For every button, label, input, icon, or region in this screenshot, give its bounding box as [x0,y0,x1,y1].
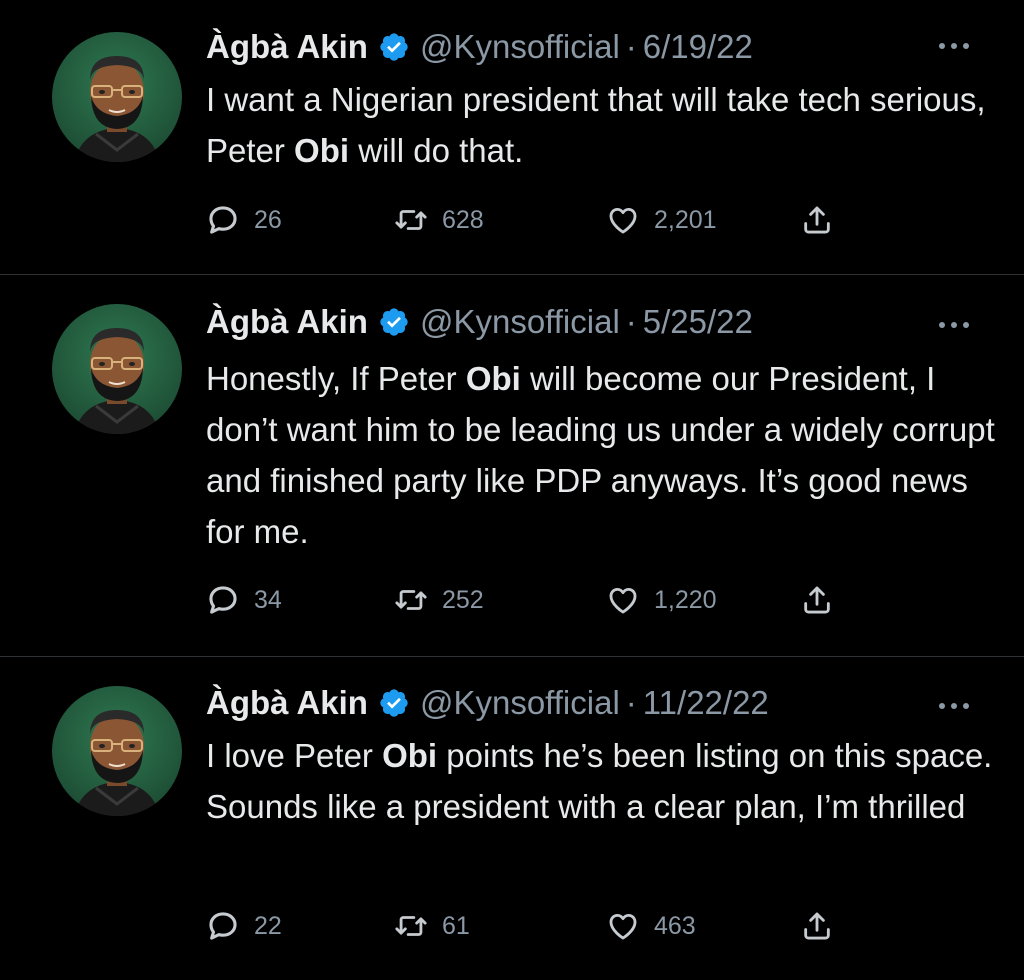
avatar[interactable] [52,686,182,816]
tweet-date[interactable]: 6/19/22 [643,28,753,66]
verified-badge-icon [380,689,408,717]
tweet-text-highlight: Obi [294,132,350,169]
tweet-text-part: will do that. [349,132,524,169]
share-button[interactable] [800,200,834,240]
author-name[interactable]: Àgbà Akin [206,684,368,722]
reply-count: 22 [254,911,282,940]
tweet-text-part: I love Peter [206,737,383,774]
retweet-button[interactable]: 61 [394,906,470,946]
like-count: 1,220 [654,585,717,614]
tweet-text: I love Peter Obi points he’s been listin… [206,730,996,832]
separator-dot: · [625,28,637,65]
share-button[interactable] [800,580,834,620]
tweet-divider [0,274,1024,275]
retweet-icon [395,210,427,230]
author-handle[interactable]: @Kynsofficial [420,684,620,722]
like-button[interactable]: 2,201 [606,200,717,240]
author-name[interactable]: Àgbà Akin [206,303,368,341]
reply-count: 34 [254,585,282,614]
reply-count: 26 [254,205,282,234]
author-handle[interactable]: @Kynsofficial [420,303,620,341]
retweet-button[interactable]: 628 [394,200,484,240]
verified-badge-icon [380,33,408,61]
avatar-illustration [74,328,160,434]
tweet-header: Àgbà Akin @Kynsofficial · 6/19/22 [206,22,753,72]
separator-dot: · [625,684,637,721]
author-name[interactable]: Àgbà Akin [206,28,368,66]
retweet-icon [395,916,427,936]
like-count: 463 [654,911,696,940]
like-button[interactable]: 463 [606,906,696,946]
share-icon [804,206,830,234]
avatar[interactable] [52,32,182,162]
tweet-header: Àgbà Akin @Kynsofficial · 5/25/22 [206,297,753,347]
tweet-text-part: Honestly, If Peter [206,360,466,397]
more-options-icon[interactable] [936,38,972,54]
tweet-text-highlight: Obi [465,360,521,397]
retweet-button[interactable]: 252 [394,580,484,620]
reply-icon [209,586,237,614]
share-icon [804,912,830,940]
more-options-icon[interactable] [936,317,972,333]
tweet-date[interactable]: 5/25/22 [643,303,753,341]
reply-icon [209,206,237,234]
like-icon [609,913,637,940]
share-icon [804,586,830,614]
tweet-text: Honestly, If Peter Obi will become our P… [206,353,996,557]
tweet-date[interactable]: 11/22/22 [643,684,769,722]
retweet-count: 252 [442,585,484,614]
reply-button[interactable]: 22 [206,906,282,946]
tweet-text: I want a Nigerian president that will ta… [206,74,996,176]
like-count: 2,201 [654,205,717,234]
verified-badge-icon [380,308,408,336]
like-icon [609,207,637,234]
reply-icon [209,912,237,940]
author-handle[interactable]: @Kynsofficial [420,28,620,66]
avatar[interactable] [52,304,182,434]
avatar-illustration [74,56,160,162]
retweet-icon [395,590,427,610]
like-button[interactable]: 1,220 [606,580,717,620]
separator-dot: · [625,303,637,340]
avatar-illustration [74,710,160,816]
retweet-count: 61 [442,911,470,940]
more-options-icon[interactable] [936,698,972,714]
tweet-divider [0,656,1024,657]
share-button[interactable] [800,906,834,946]
retweet-count: 628 [442,205,484,234]
tweet-text-highlight: Obi [382,737,438,774]
tweet-header: Àgbà Akin @Kynsofficial · 11/22/22 [206,678,769,728]
reply-button[interactable]: 26 [206,200,282,240]
reply-button[interactable]: 34 [206,580,282,620]
like-icon [609,587,637,614]
